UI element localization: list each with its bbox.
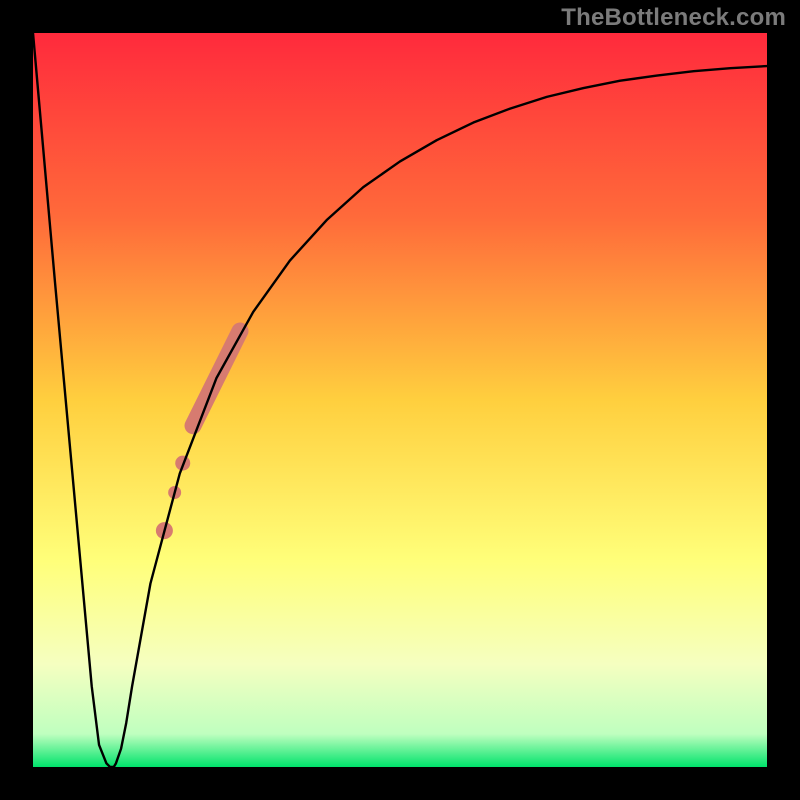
chart-stage: TheBottleneck.com	[0, 0, 800, 800]
plot-background	[33, 33, 767, 767]
watermark-text: TheBottleneck.com	[561, 4, 786, 32]
bottleneck-chart	[0, 0, 800, 800]
